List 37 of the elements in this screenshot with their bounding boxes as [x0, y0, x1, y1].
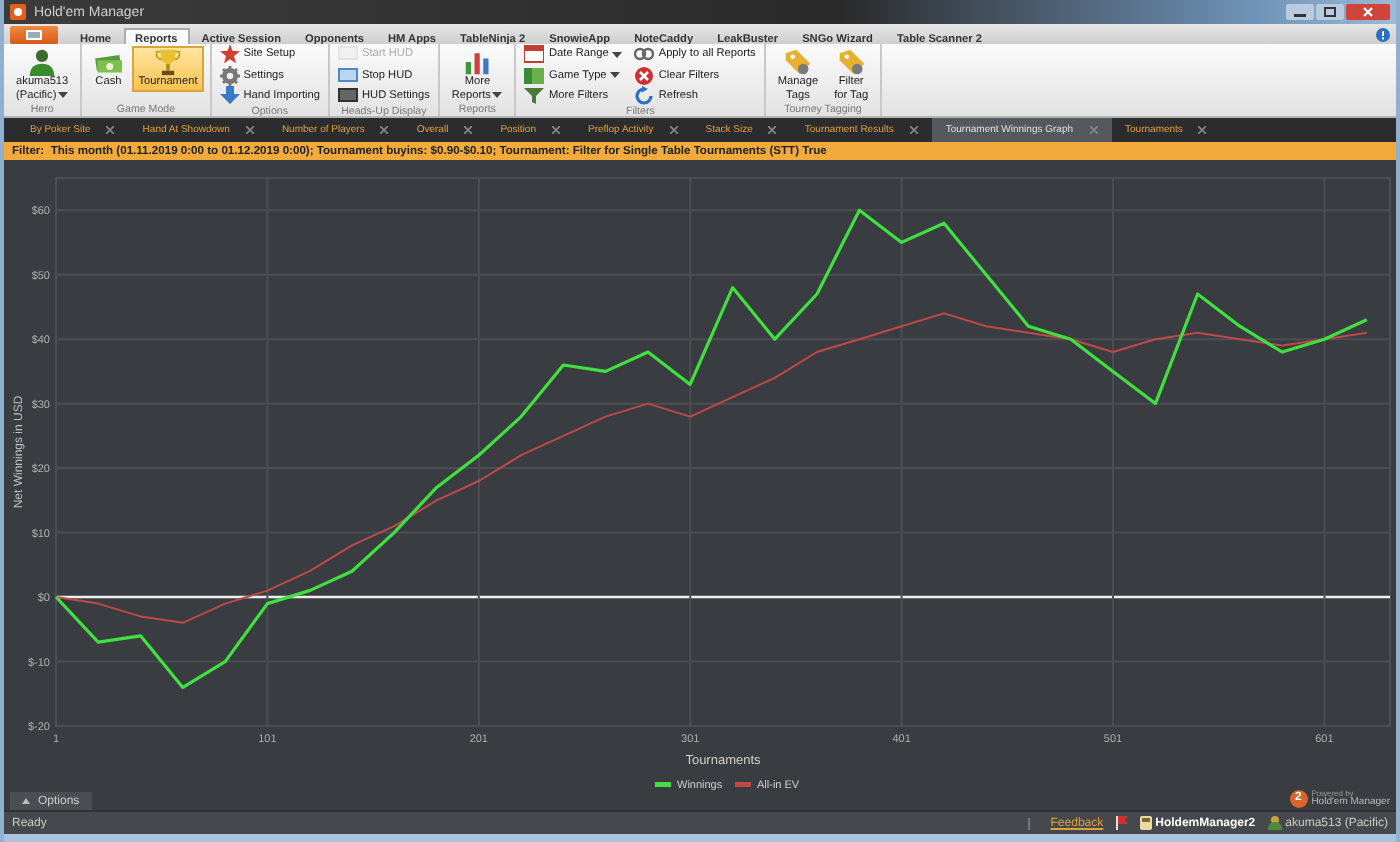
- tag-icon: [837, 48, 866, 76]
- tag-icon: [783, 48, 812, 76]
- bar-chart-icon: [463, 48, 492, 76]
- database-icon: [1139, 816, 1152, 830]
- person-icon: [1267, 816, 1282, 830]
- flag-icon: [1115, 816, 1128, 830]
- monitor-icon: [338, 44, 358, 65]
- app-icon: [10, 4, 26, 20]
- clear-icon: [634, 65, 655, 86]
- refresh-icon: [634, 86, 655, 107]
- close-icon[interactable]: [669, 126, 678, 134]
- monitor-icon: [338, 86, 358, 107]
- close-icon[interactable]: [1198, 126, 1207, 134]
- close-icon[interactable]: [768, 126, 777, 134]
- caret-icon: [22, 798, 30, 804]
- maximize-icon[interactable]: [1316, 4, 1344, 20]
- cards-icon: [524, 65, 545, 86]
- close-icon[interactable]: [106, 126, 115, 134]
- close-icon[interactable]: [909, 126, 918, 134]
- app-menu-button[interactable]: [10, 26, 58, 44]
- help-icon[interactable]: [1376, 27, 1390, 41]
- arrow-icon: [219, 86, 240, 107]
- monitor-icon: [338, 65, 358, 86]
- minimize-icon[interactable]: [1286, 4, 1314, 20]
- close-icon[interactable]: [464, 126, 473, 134]
- close-icon[interactable]: [245, 126, 254, 134]
- link-icon: [634, 44, 655, 65]
- gear-icon: [219, 65, 240, 86]
- window-icon: [26, 30, 42, 40]
- star-icon: [219, 44, 240, 65]
- calendar-icon: [524, 44, 545, 65]
- person-icon: [28, 48, 57, 76]
- trophy-icon: [153, 48, 182, 76]
- close-icon[interactable]: [551, 126, 560, 134]
- close-icon[interactable]: [380, 126, 389, 134]
- close-icon[interactable]: [1346, 4, 1390, 20]
- funnel-icon: [524, 86, 545, 107]
